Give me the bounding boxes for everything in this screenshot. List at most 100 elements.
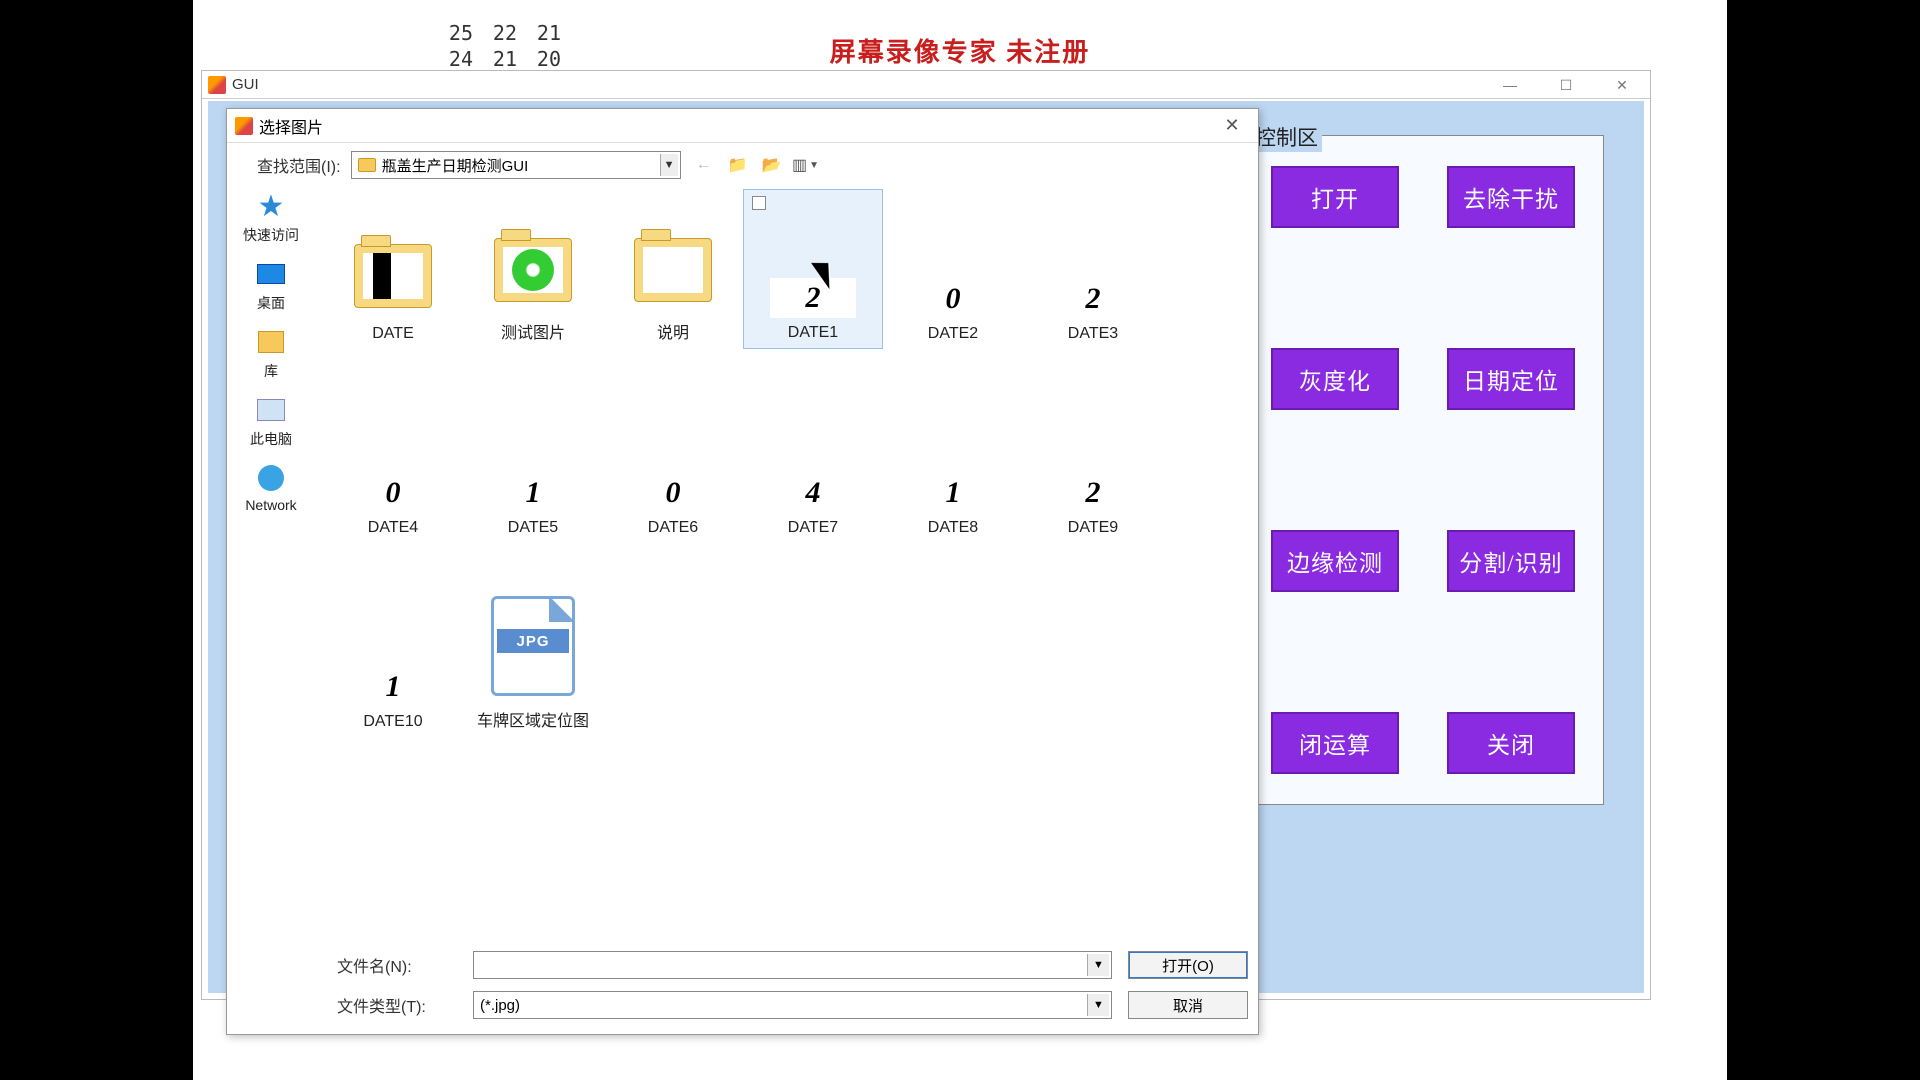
segment-recognize-button[interactable]: 分割/识别 bbox=[1447, 530, 1575, 592]
file-item-label: DATE9 bbox=[1068, 519, 1118, 537]
file-item-label: DATE2 bbox=[928, 325, 978, 343]
control-panel: 控制区 打开 去除干扰 灰度化 日期定位 边缘检测 分割/识别 闭运算 关闭 bbox=[1242, 135, 1604, 805]
lookin-combo[interactable]: 瓶盖生产日期检测GUI ▼ bbox=[351, 151, 681, 179]
file-thumbnail: 1 bbox=[490, 473, 576, 513]
chevron-down-icon[interactable]: ▼ bbox=[1087, 994, 1109, 1016]
exit-button[interactable]: 关闭 bbox=[1447, 712, 1575, 774]
file-item[interactable]: 4 DATE7 bbox=[743, 383, 883, 543]
place-label: 快速访问 bbox=[243, 225, 299, 245]
filetype-label: 文件类型(T): bbox=[337, 993, 457, 1017]
background-workspace-numbers: 252221 242120 bbox=[429, 20, 561, 72]
file-item[interactable]: 2DATE1 bbox=[743, 189, 883, 349]
file-item-label: DATE4 bbox=[368, 519, 418, 537]
filename-input[interactable]: ▼ bbox=[473, 951, 1112, 979]
file-thumbnail: JPG bbox=[490, 591, 576, 701]
lookin-label: 查找范围(I): bbox=[257, 153, 341, 177]
file-thumbnail: 2 bbox=[1050, 279, 1136, 319]
file-item[interactable]: 0 DATE4 bbox=[323, 383, 463, 543]
places-bar: ★ 快速访问 桌面 库 此电脑 Network bbox=[227, 185, 315, 975]
matlab-icon bbox=[208, 76, 226, 94]
file-thumbnail bbox=[630, 227, 716, 313]
dialog-title: 选择图片 bbox=[259, 114, 323, 138]
file-list[interactable]: DATE测试图片说明2DATE10DATE22DATE30DATE41DATE5… bbox=[315, 185, 1258, 975]
dialog-toolbar: ← 📁 📂 ▥▼ bbox=[691, 153, 819, 177]
file-item-label: 车牌区域定位图 bbox=[477, 707, 589, 731]
file-item[interactable]: 2DATE9 bbox=[1023, 383, 1163, 543]
maximize-button[interactable]: ☐ bbox=[1538, 71, 1594, 99]
file-thumbnail: 0 bbox=[630, 473, 716, 513]
file-thumbnail: 1 bbox=[910, 473, 996, 513]
gui-titlebar[interactable]: GUI — ☐ ✕ bbox=[202, 71, 1650, 99]
monitor-icon bbox=[257, 264, 285, 284]
file-item-label: DATE7 bbox=[788, 519, 838, 537]
file-item[interactable]: 1DATE10 bbox=[323, 577, 463, 737]
gui-title: GUI bbox=[232, 76, 259, 93]
chevron-down-icon[interactable]: ▼ bbox=[660, 154, 678, 176]
place-desktop[interactable]: 桌面 bbox=[253, 259, 289, 313]
filetype-combo[interactable]: (*.jpg) ▼ bbox=[473, 991, 1112, 1019]
recorder-watermark: 屏幕录像专家 未注册 bbox=[830, 32, 1091, 69]
file-item-label: DATE bbox=[372, 325, 413, 343]
remove-noise-button[interactable]: 去除干扰 bbox=[1447, 166, 1575, 228]
chevron-down-icon[interactable]: ▼ bbox=[1087, 954, 1109, 976]
file-item-label: DATE10 bbox=[363, 713, 422, 731]
file-item-label: DATE5 bbox=[508, 519, 558, 537]
dialog-close-button[interactable]: ✕ bbox=[1210, 111, 1254, 139]
file-item[interactable]: 1 DATE5 bbox=[463, 383, 603, 543]
file-item[interactable]: 1 DATE8 bbox=[883, 383, 1023, 543]
file-item-label: DATE3 bbox=[1068, 325, 1118, 343]
filename-label: 文件名(N): bbox=[337, 953, 457, 977]
folder-icon bbox=[358, 158, 376, 172]
file-thumbnail: 0 bbox=[910, 279, 996, 319]
file-thumbnail: 0 bbox=[350, 473, 436, 513]
place-label: Network bbox=[245, 497, 296, 513]
cancel-button[interactable]: 取消 bbox=[1128, 991, 1248, 1019]
control-panel-legend: 控制区 bbox=[1251, 122, 1322, 152]
open-button[interactable]: 打开 bbox=[1271, 166, 1399, 228]
close-button[interactable]: ✕ bbox=[1594, 71, 1650, 99]
file-thumbnail bbox=[490, 227, 576, 313]
file-thumbnail bbox=[350, 233, 436, 319]
folder-icon bbox=[258, 331, 284, 353]
file-thumbnail: 4 bbox=[770, 473, 856, 513]
closing-op-button[interactable]: 闭运算 bbox=[1271, 712, 1399, 774]
matlab-icon bbox=[235, 117, 253, 135]
back-button[interactable]: ← bbox=[691, 153, 717, 177]
file-item[interactable]: 0 DATE2 bbox=[883, 189, 1023, 349]
place-label: 桌面 bbox=[257, 293, 285, 313]
file-item[interactable]: JPG 车牌区域定位图 bbox=[463, 577, 603, 737]
view-menu-button[interactable]: ▥▼ bbox=[793, 153, 819, 177]
open-file-button[interactable]: 打开(O) bbox=[1128, 951, 1248, 979]
dialog-bottom-panel: 文件名(N): ▼ 打开(O) 文件类型(T): (*.jpg) ▼ 取消 bbox=[227, 938, 1258, 1034]
edge-detect-button[interactable]: 边缘检测 bbox=[1271, 530, 1399, 592]
file-item[interactable]: 说明 bbox=[603, 189, 743, 349]
place-label: 库 bbox=[264, 361, 278, 381]
selection-checkbox[interactable] bbox=[752, 196, 766, 210]
star-icon: ★ bbox=[258, 189, 285, 224]
file-item-label: DATE6 bbox=[648, 519, 698, 537]
filetype-value: (*.jpg) bbox=[480, 997, 520, 1014]
place-network[interactable]: Network bbox=[245, 463, 296, 513]
file-item[interactable]: 测试图片 bbox=[463, 189, 603, 349]
place-this-pc[interactable]: 此电脑 bbox=[250, 395, 292, 449]
file-item[interactable]: 0 DATE6 bbox=[603, 383, 743, 543]
file-item-label: DATE8 bbox=[928, 519, 978, 537]
place-label: 此电脑 bbox=[250, 429, 292, 449]
file-item[interactable]: 2 DATE3 bbox=[1023, 189, 1163, 349]
place-libraries[interactable]: 库 bbox=[253, 327, 289, 381]
file-item[interactable]: DATE bbox=[323, 189, 463, 349]
grayscale-button[interactable]: 灰度化 bbox=[1271, 348, 1399, 410]
file-open-dialog: 选择图片 ✕ 查找范围(I): 瓶盖生产日期检测GUI ▼ ← 📁 📂 ▥▼ ★… bbox=[226, 108, 1259, 1035]
place-quick-access[interactable]: ★ 快速访问 bbox=[243, 191, 299, 245]
up-one-level-button[interactable]: 📁 bbox=[725, 153, 751, 177]
file-thumbnail: 2 bbox=[770, 278, 856, 318]
file-item-label: 测试图片 bbox=[501, 319, 565, 343]
date-locate-button[interactable]: 日期定位 bbox=[1447, 348, 1575, 410]
dialog-titlebar[interactable]: 选择图片 ✕ bbox=[227, 109, 1258, 143]
file-item-label: 说明 bbox=[657, 319, 689, 343]
new-folder-button[interactable]: 📂 bbox=[759, 153, 785, 177]
lookin-value: 瓶盖生产日期检测GUI bbox=[382, 155, 674, 176]
pc-icon bbox=[257, 399, 285, 421]
minimize-button[interactable]: — bbox=[1482, 71, 1538, 99]
globe-icon bbox=[258, 465, 284, 491]
